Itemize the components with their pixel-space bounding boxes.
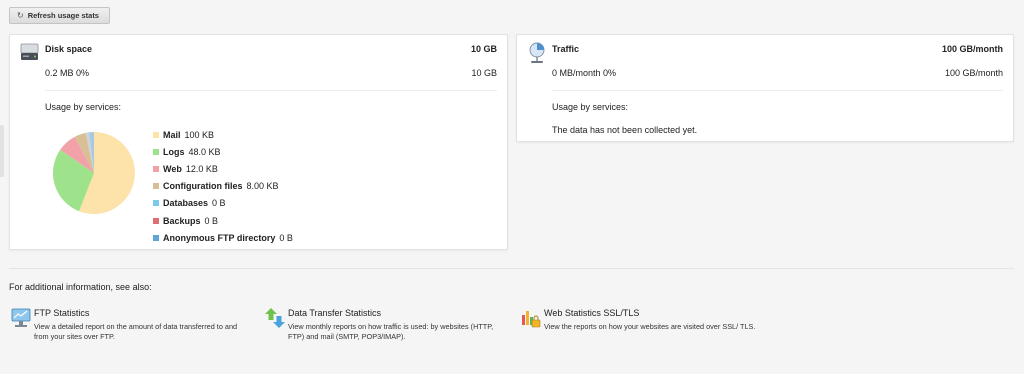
legend-item-web: Web 12.0 KB [153,160,293,177]
disk-space-card: Disk space 10 GB 0.2 MB 0% 10 GB Usage b… [9,34,508,250]
legend-item-value: 48.0 KB [188,146,221,157]
legend-item-value: 8.00 KB [246,181,279,192]
disk-usage-legend: Mail 100 KB Logs 48.0 KB Web 12.0 KB Con… [153,126,293,246]
link-title[interactable]: Data Transfer Statistics [288,308,381,318]
legend-item-value: 0 B [212,198,226,209]
legend-swatch [153,183,159,190]
legend-item-mail: Mail 100 KB [153,126,293,143]
link-title[interactable]: Web Statistics SSL/TLS [544,308,639,318]
legend-item-name: Databases [163,198,209,209]
legend-item-value: 0 B [279,232,293,243]
legend-item-name: Configuration files [163,181,243,192]
legend-item-anonymous-ftp-directory: Anonymous FTP directory 0 B [153,229,293,246]
legend-item-name: Web [163,163,182,174]
traffic-title: Traffic [552,44,580,54]
traffic-no-data-message: The data has not been collected yet. [552,125,698,135]
refresh-button-label: Refresh usage stats [27,11,99,20]
traffic-card: Traffic 100 GB/month 0 MB/month 0% 100 G… [516,34,1014,142]
ftp-statistics-icon [11,308,31,327]
divider [552,90,1003,91]
link-title[interactable]: FTP Statistics [34,308,89,318]
legend-swatch [153,200,159,207]
legend-swatch [153,131,159,138]
legend-item-value: 0 B [204,215,219,226]
hard-drive-icon [20,43,39,60]
legend-item-name: Anonymous FTP directory [163,232,276,243]
web-statistics-icon [522,311,541,328]
section-divider [9,268,1014,269]
legend-item-databases: Databases 0 B [153,195,293,212]
traffic-total: 100 GB/month [941,44,1003,54]
disk-space-used: 0.2 MB 0% [45,68,90,78]
link-description: View the reports on how your websites ar… [544,322,756,331]
legend-swatch [153,148,159,155]
legend-item-backups: Backups 0 B [153,212,293,229]
divider [45,90,497,91]
disk-space-total: 10 GB [470,44,497,54]
disk-usage-pie-chart [53,132,135,214]
disk-space-title: Disk space [45,44,93,54]
legend-item-logs: Logs 48.0 KB [153,143,293,160]
legend-item-value: 100 KB [184,129,215,140]
disk-services-label: Usage by services: [45,102,122,112]
legend-swatch [153,234,159,241]
legend-item-configuration-files: Configuration files 8.00 KB [153,178,293,195]
data-transfer-icon [265,308,285,328]
link-description: View a detailed report on the amount of … [34,322,238,341]
legend-item-value: 12.0 KB [185,163,218,174]
link-description: View monthly reports on how traffic is u… [288,322,494,341]
refresh-icon: ↻ [17,11,24,20]
traffic-limit: 100 GB/month [944,68,1003,78]
legend-item-name: Logs [163,146,185,157]
traffic-gauge-icon [529,42,545,63]
traffic-used: 0 MB/month 0% [552,68,617,78]
side-panel-handle[interactable] [0,125,4,177]
legend-swatch [153,217,159,224]
see-also-heading: For additional information, see also: [9,282,152,292]
legend-item-name: Backups [163,215,201,226]
traffic-services-label: Usage by services: [552,102,629,112]
refresh-usage-stats-button[interactable]: ↻ Refresh usage stats [9,7,110,24]
legend-item-name: Mail [163,129,181,140]
legend-swatch [153,165,159,172]
disk-space-limit: 10 GB [471,68,497,78]
